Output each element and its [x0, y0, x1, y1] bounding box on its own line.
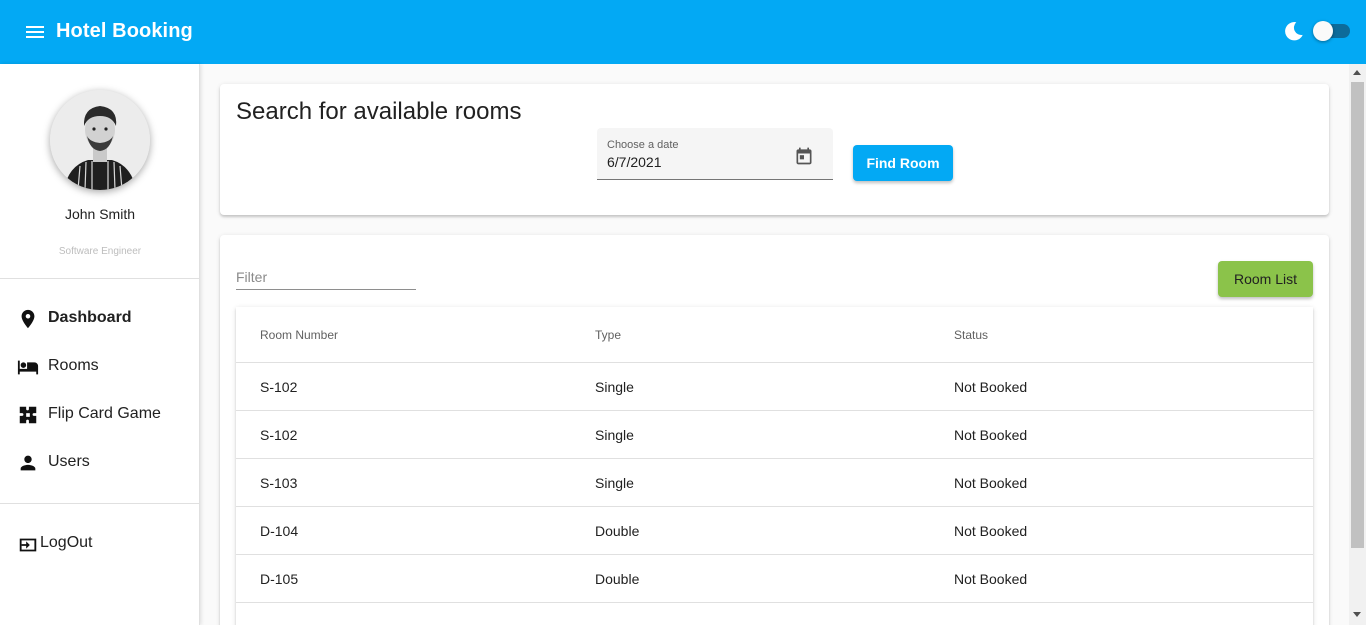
sidebar-item-label: Flip Card Game	[48, 405, 161, 422]
cell-status: Not Booked	[954, 571, 1028, 587]
cell-status: Not Booked	[954, 379, 1028, 395]
cell-room-number: D-105	[260, 571, 299, 587]
find-room-button[interactable]: Find Room	[853, 145, 953, 181]
dark-mode-toggle[interactable]	[1313, 21, 1350, 41]
logout-icon	[19, 538, 37, 552]
date-input[interactable]	[607, 154, 777, 170]
date-field[interactable]: Choose a date	[597, 128, 833, 180]
cell-type: Double	[595, 523, 640, 539]
page-scrollbar[interactable]	[1349, 64, 1366, 625]
user-role: Software Engineer	[58, 246, 142, 257]
sidebar-item-rooms[interactable]: Rooms	[0, 346, 199, 386]
sidebar-item-users[interactable]: Users	[0, 442, 199, 482]
toggle-thumb	[1313, 21, 1333, 41]
moon-icon	[1285, 22, 1303, 41]
table-row[interactable]: S-102 Single Not Booked	[236, 363, 1313, 411]
cell-status: Not Booked	[954, 475, 1028, 491]
table-row[interactable]: D-104 Double Not Booked	[236, 507, 1313, 555]
cell-type: Double	[595, 571, 640, 587]
filter-input[interactable]	[236, 265, 416, 290]
sidebar-divider	[0, 278, 199, 279]
table-row[interactable]: D-105 Double Not Booked	[236, 555, 1313, 603]
top-toolbar: Hotel Booking	[0, 0, 1366, 64]
scrollbar-thumb[interactable]	[1351, 82, 1364, 548]
column-header-room-number[interactable]: Room Number	[260, 328, 338, 342]
location-pin-icon	[21, 309, 35, 329]
cell-room-number: S-103	[260, 475, 298, 491]
table-header: Room Number Type Status	[236, 307, 1313, 363]
menu-icon[interactable]	[24, 22, 48, 42]
sidebar-item-flip-card-game[interactable]: Flip Card Game	[0, 394, 199, 434]
search-card: Search for available rooms Choose a date…	[220, 84, 1329, 215]
app-title: Hotel Booking	[56, 20, 193, 42]
cell-type: Single	[595, 475, 634, 491]
avatar	[50, 90, 150, 190]
sidebar-divider	[0, 503, 199, 504]
column-header-type[interactable]: Type	[595, 328, 621, 342]
sidebar-item-label: Rooms	[48, 357, 99, 374]
room-list-card: Room List Room Number Type Status S-102 …	[220, 235, 1329, 625]
cell-room-number: S-102	[260, 427, 298, 443]
bed-icon	[17, 360, 39, 375]
person-icon	[20, 455, 36, 471]
sidebar: John Smith Software Engineer Dashboard R…	[0, 64, 200, 625]
sidebar-item-label: Users	[48, 453, 90, 470]
sidebar-item-label: Dashboard	[48, 309, 132, 326]
date-field-label: Choose a date	[607, 139, 679, 151]
rooms-table: Room Number Type Status S-102 Single Not…	[236, 307, 1313, 625]
scroll-up-arrow-icon[interactable]	[1353, 70, 1361, 75]
cell-status: Not Booked	[954, 427, 1028, 443]
search-title: Search for available rooms	[236, 98, 522, 125]
sidebar-item-dashboard[interactable]: Dashboard	[0, 298, 199, 338]
cell-status: Not Booked	[954, 523, 1028, 539]
room-list-button[interactable]: Room List	[1218, 261, 1313, 297]
scroll-down-arrow-icon[interactable]	[1353, 612, 1361, 617]
logout-label: LogOut	[40, 534, 93, 551]
table-row[interactable]: S-102 Single Not Booked	[236, 411, 1313, 459]
column-header-status[interactable]: Status	[954, 328, 988, 342]
user-name: John Smith	[64, 206, 136, 222]
puzzle-icon	[19, 406, 37, 424]
table-row[interactable]: S-103 Single Not Booked	[236, 459, 1313, 507]
calendar-icon[interactable]	[794, 146, 814, 166]
cell-room-number: S-102	[260, 379, 298, 395]
cell-type: Single	[595, 427, 634, 443]
cell-room-number: D-104	[260, 523, 299, 539]
cell-type: Single	[595, 379, 634, 395]
